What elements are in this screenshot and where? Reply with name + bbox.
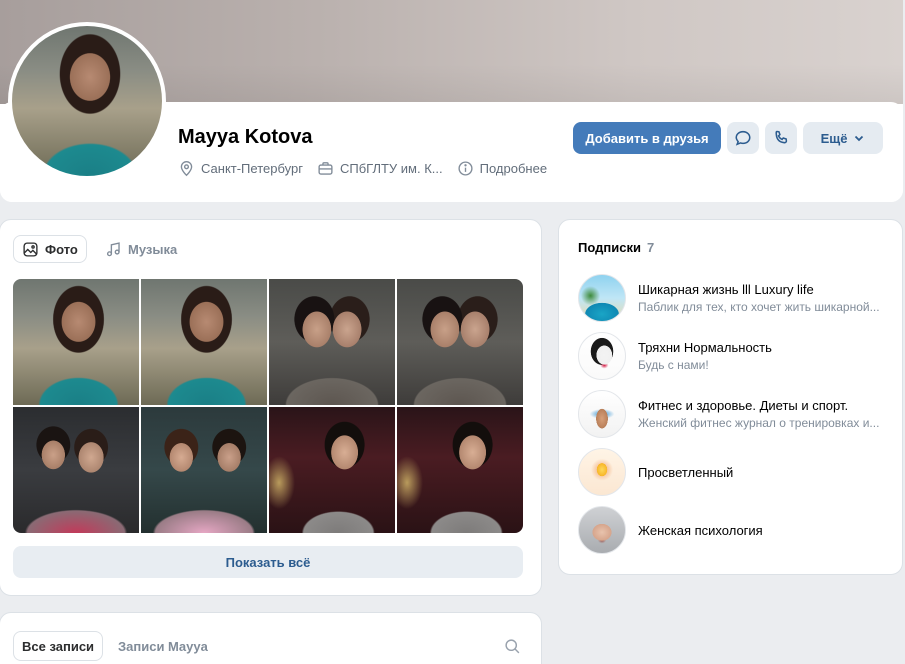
photo-thumbnail[interactable]: [397, 407, 523, 533]
phone-icon: [775, 130, 788, 144]
subscription-item[interactable]: Просветленный: [578, 447, 898, 497]
music-note-icon: [106, 241, 120, 256]
group-avatar: [578, 448, 626, 496]
more-button[interactable]: Ещё: [803, 122, 883, 154]
profile-city-label: Санкт-Петербург: [201, 160, 303, 176]
profile-city[interactable]: Санкт-Петербург: [178, 160, 303, 177]
tab-music[interactable]: Музыка: [97, 235, 185, 263]
profile-avatar[interactable]: [8, 22, 166, 180]
profile-name: Mayya Kotova: [178, 126, 313, 148]
group-description: Будь с нами!: [638, 358, 709, 372]
info-icon: [458, 160, 473, 176]
tab-user-posts[interactable]: Записи Mayya: [118, 631, 208, 661]
photo-thumbnail[interactable]: [13, 279, 139, 405]
photo-grid: [13, 279, 523, 533]
subscriptions-count: 7: [646, 240, 655, 255]
wall-card: Все записи Записи Mayya: [0, 612, 542, 664]
group-avatar: [578, 274, 626, 322]
group-title: Женская психология: [638, 522, 763, 538]
photo-thumbnail[interactable]: [141, 407, 267, 533]
photo-thumbnail[interactable]: [269, 279, 395, 405]
group-avatar: [578, 332, 626, 380]
location-pin-icon: [180, 160, 193, 176]
photo-thumbnail[interactable]: [13, 407, 139, 533]
tab-music-label: Музыка: [128, 241, 178, 257]
subscription-item[interactable]: Женская психология: [578, 505, 898, 555]
profile-education-label: СПбГЛТУ им. К...: [339, 160, 443, 176]
tab-all-posts[interactable]: Все записи: [13, 631, 104, 661]
add-friend-button[interactable]: Добавить в друзья: [573, 122, 721, 154]
profile-meta: Санкт-Петербург СПбГЛТУ им. К... Подробн…: [178, 157, 561, 179]
subscriptions-title: Подписки: [578, 240, 641, 255]
search-icon[interactable]: [504, 638, 521, 655]
subscription-item[interactable]: Шикарная жизнь lll Luxury life Паблик дл…: [578, 273, 898, 323]
subscriptions-card: Подписки 7 Шикарная жизнь lll Luxury life…: [558, 219, 903, 575]
group-title: Шикарная жизнь lll Luxury life: [638, 282, 814, 297]
group-title: Фитнес и здоровье. Диеты и спорт.: [638, 398, 849, 413]
media-card: Фото Музыка Показать всё: [0, 219, 542, 596]
subscriptions-header[interactable]: Подписки 7: [578, 240, 654, 255]
profile-details[interactable]: Подробнее: [457, 160, 547, 177]
group-title: Тряхни Нормальность: [638, 340, 772, 355]
profile-education[interactable]: СПбГЛТУ им. К...: [317, 160, 443, 177]
briefcase-icon: [318, 161, 333, 175]
message-bubble-icon: [735, 130, 751, 146]
photo-thumbnail[interactable]: [141, 279, 267, 405]
photo-icon: [23, 241, 38, 257]
subscription-item[interactable]: Тряхни Нормальность Будь с нами!: [578, 331, 898, 381]
group-title: Просветленный: [638, 464, 734, 480]
show-all-button[interactable]: Показать всё: [13, 546, 523, 578]
photo-thumbnail[interactable]: [397, 279, 523, 405]
more-button-label: Ещё: [820, 130, 848, 146]
tab-photos-label: Фото: [45, 241, 78, 257]
group-description: Паблик для тех, кто хочет жить шикарной.…: [638, 300, 880, 314]
group-avatar: [578, 390, 626, 438]
photo-thumbnail[interactable]: [269, 407, 395, 533]
group-avatar: [578, 506, 626, 554]
chevron-down-icon: [855, 135, 864, 142]
subscription-item[interactable]: Фитнес и здоровье. Диеты и спорт. Женски…: [578, 389, 898, 439]
profile-details-label: Подробнее: [479, 160, 548, 176]
group-description: Женский фитнес журнал о тренировках и...: [638, 416, 880, 430]
message-button[interactable]: [727, 122, 759, 154]
tab-photos[interactable]: Фото: [13, 235, 87, 263]
call-button[interactable]: [765, 122, 797, 154]
